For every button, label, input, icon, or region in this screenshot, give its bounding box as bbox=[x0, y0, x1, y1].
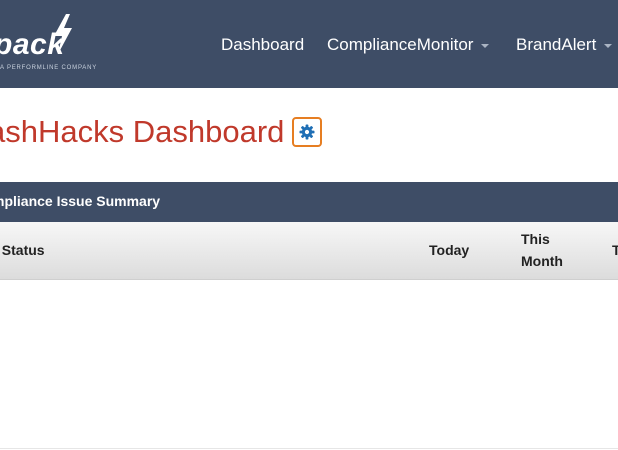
compliance-summary-panel-header: mpliance Issue Summary bbox=[0, 182, 618, 222]
top-navbar: pack A PERFORMLINE COMPANY Dashboard Com… bbox=[0, 0, 618, 88]
brand-logo[interactable]: pack A PERFORMLINE COMPANY bbox=[0, 14, 98, 74]
nav-dashboard[interactable]: Dashboard bbox=[221, 35, 304, 55]
nav-dashboard-label: Dashboard bbox=[221, 35, 305, 54]
nav-compliancemonitor-label: ComplianceMonitor bbox=[327, 35, 474, 54]
nav-brandalert-label: BrandAlert bbox=[516, 35, 597, 54]
page-title: ashHacks Dashboard bbox=[0, 114, 285, 149]
gear-icon bbox=[299, 124, 315, 140]
dashboard-settings-button[interactable] bbox=[292, 117, 322, 147]
column-this-month[interactable]: This Month bbox=[521, 228, 577, 272]
column-status[interactable]: / Status bbox=[0, 239, 45, 261]
nav-brandalert[interactable]: BrandAlert bbox=[516, 35, 613, 55]
nav-compliancemonitor[interactable]: ComplianceMonitor bbox=[327, 35, 490, 55]
divider bbox=[0, 448, 618, 449]
caret-down-icon bbox=[481, 43, 490, 48]
panel-title: mpliance Issue Summary bbox=[0, 193, 161, 209]
lightning-bolt-icon bbox=[54, 14, 72, 54]
summary-table-header: / Status Today This Month T bbox=[0, 222, 618, 280]
caret-down-icon bbox=[604, 43, 613, 48]
column-today[interactable]: Today bbox=[429, 239, 469, 261]
logo-subtext: A PERFORMLINE COMPANY bbox=[0, 65, 98, 71]
column-total[interactable]: T bbox=[612, 239, 618, 261]
